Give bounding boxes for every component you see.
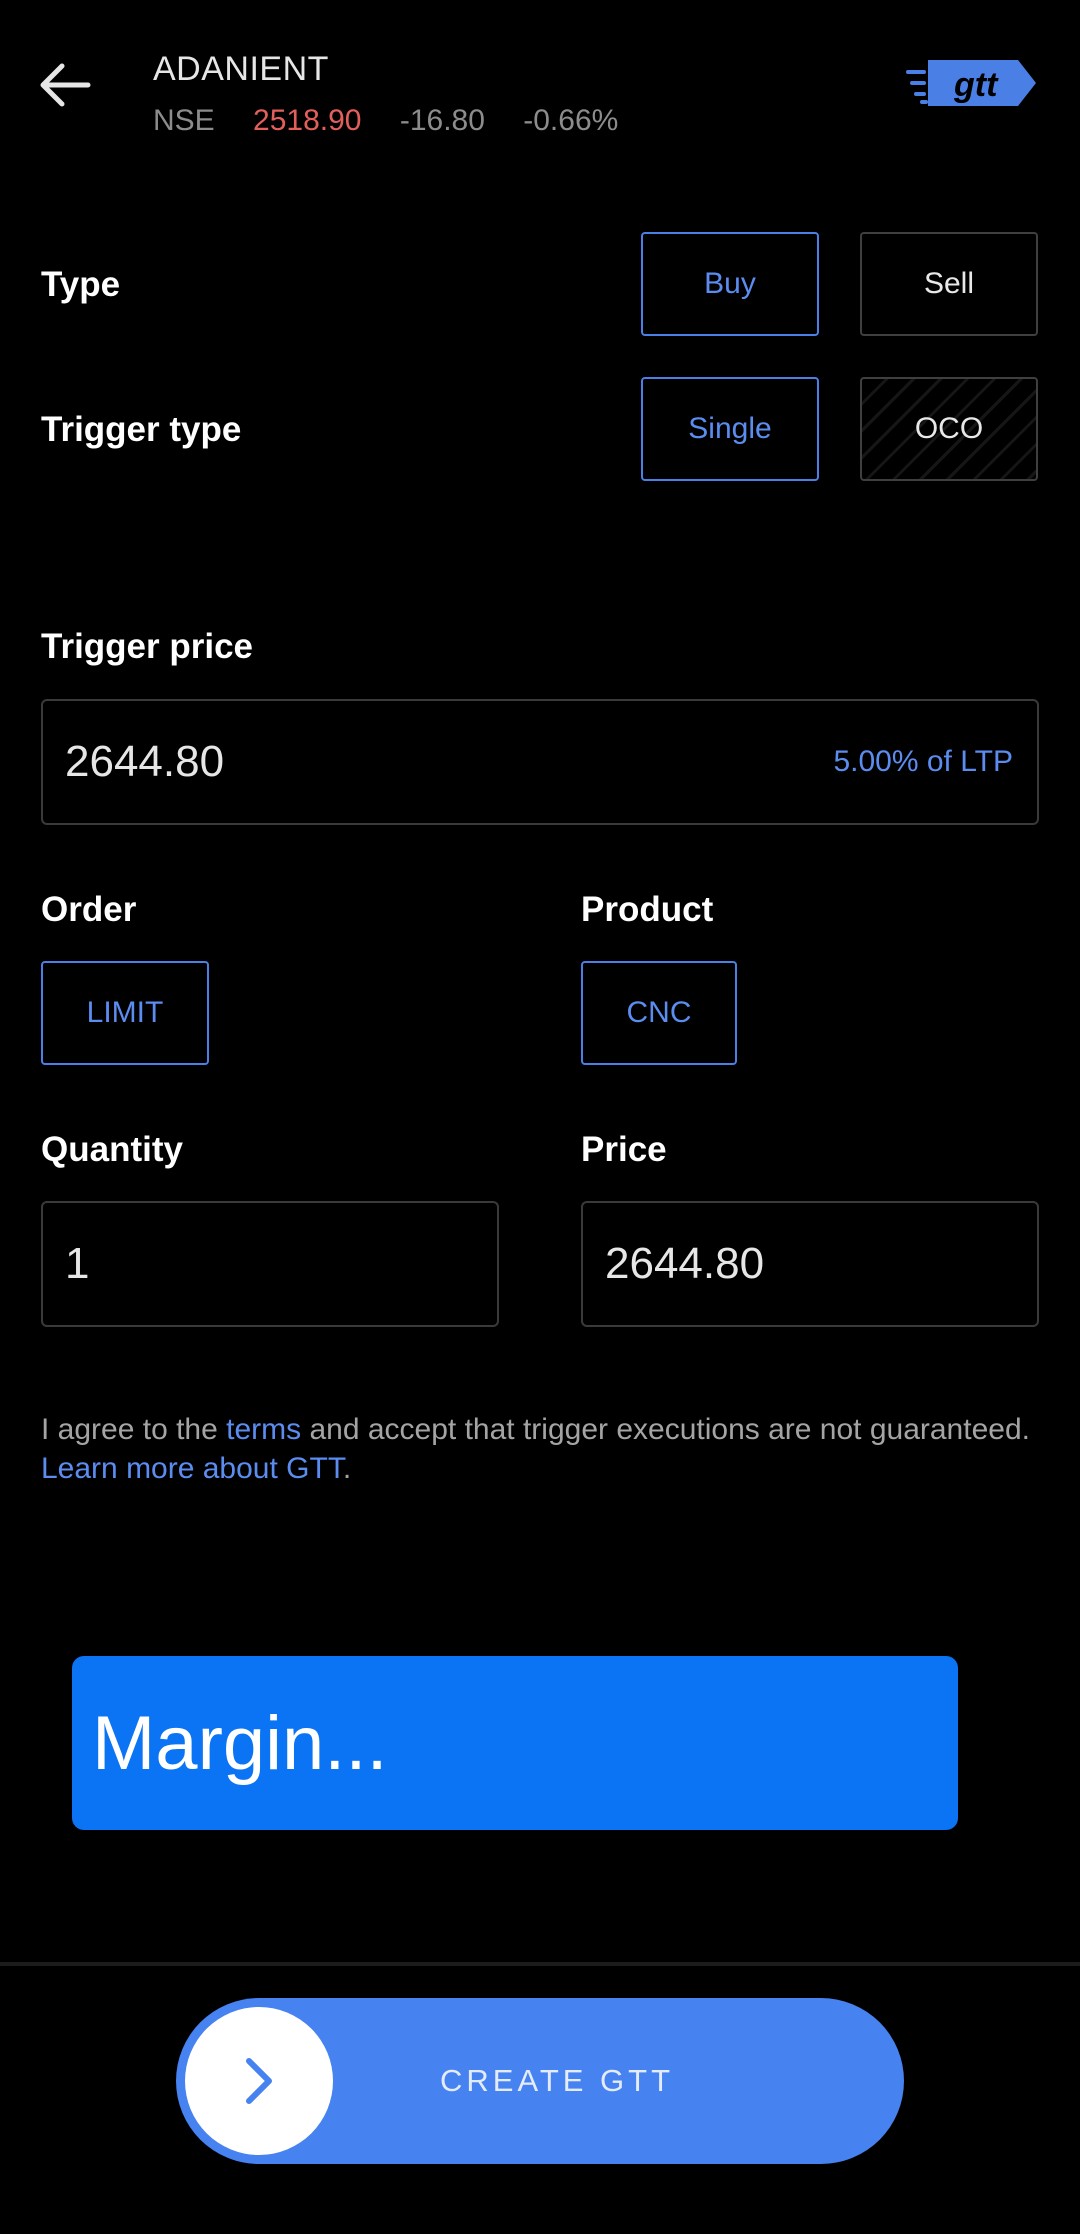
instrument-symbol: ADANIENT — [153, 50, 329, 88]
margin-label: Margin... — [92, 1700, 388, 1786]
quantity-input[interactable]: 1 — [41, 1201, 499, 1327]
price-value: 2644.80 — [605, 1239, 765, 1288]
order-label: Order — [41, 890, 137, 929]
exchange-label: NSE — [153, 104, 215, 137]
gtt-logo: gtt — [906, 56, 1040, 110]
oco-trigger-button[interactable]: OCO — [860, 377, 1038, 481]
product-cnc-button[interactable]: CNC — [581, 961, 737, 1065]
back-arrow-icon — [40, 63, 91, 107]
product-label: Product — [581, 890, 714, 929]
price-input[interactable]: 2644.80 — [581, 1201, 1039, 1327]
create-gtt-label: CREATE GTT — [440, 2063, 675, 2098]
trigger-type-label: Trigger type — [41, 410, 242, 449]
create-gtt-slider[interactable]: CREATE GTT — [176, 1998, 904, 2164]
chevron-right-icon — [246, 2058, 272, 2104]
last-traded-price: 2518.90 — [253, 104, 362, 137]
terms-agreement: I agree to the terms and accept that tri… — [41, 1410, 1041, 1488]
svg-text:gtt: gtt — [953, 66, 999, 104]
learn-more-gtt-link[interactable]: Learn more about GTT — [41, 1452, 343, 1485]
type-label: Type — [41, 265, 121, 304]
ltp-percent-note: 5.00% of LTP — [833, 745, 1013, 778]
order-type-limit-button[interactable]: LIMIT — [41, 961, 209, 1065]
slider-knob[interactable] — [185, 2007, 333, 2155]
buy-button[interactable]: Buy — [641, 232, 819, 336]
agreement-middle: and accept that trigger executions are n… — [301, 1413, 1030, 1446]
price-change: -16.80 — [399, 104, 485, 137]
margin-banner[interactable]: Margin... — [72, 1656, 958, 1830]
sell-button[interactable]: Sell — [860, 232, 1038, 336]
trigger-price-label: Trigger price — [41, 627, 254, 666]
price-label: Price — [581, 1130, 667, 1169]
quantity-label: Quantity — [41, 1130, 183, 1169]
trigger-price-value: 2644.80 — [65, 737, 225, 786]
quote-line: NSE 2518.90 -16.80 -0.66% — [153, 104, 648, 138]
price-change-percent: -0.66% — [523, 104, 619, 137]
trigger-price-input[interactable]: 2644.80 5.00% of LTP — [41, 699, 1039, 825]
quantity-value: 1 — [65, 1239, 90, 1288]
agreement-prefix: I agree to the — [41, 1413, 227, 1446]
bottom-divider — [0, 1962, 1080, 1966]
terms-link[interactable]: terms — [226, 1413, 301, 1446]
single-trigger-button[interactable]: Single — [641, 377, 819, 481]
back-button[interactable] — [38, 60, 94, 110]
agreement-suffix: . — [342, 1452, 352, 1485]
gtt-logo-icon: gtt — [906, 60, 1036, 106]
